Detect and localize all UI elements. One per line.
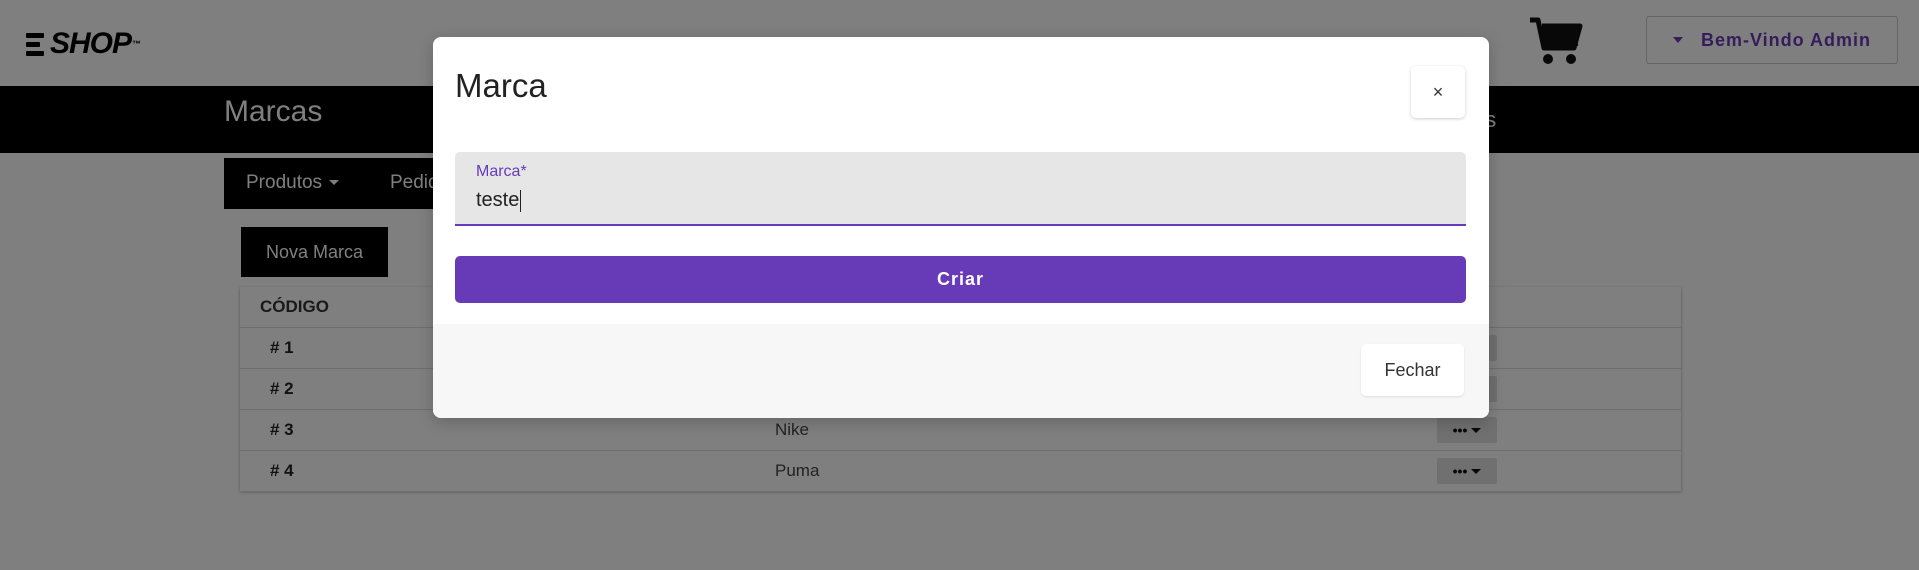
text-cursor (520, 189, 522, 212)
footer-close-button[interactable]: Fechar (1361, 344, 1464, 396)
close-icon: × (1432, 81, 1444, 102)
close-modal-button[interactable]: × (1411, 66, 1465, 118)
create-button[interactable]: Criar (455, 256, 1466, 303)
brand-name-field[interactable]: Marca* teste (455, 152, 1466, 226)
modal-footer: Fechar (433, 324, 1489, 418)
brand-modal: Marca × Marca* teste Criar Fechar (433, 37, 1489, 418)
brand-name-label: Marca* (476, 163, 527, 180)
modal-title: Marca (455, 67, 547, 104)
brand-name-input[interactable]: teste (476, 189, 522, 212)
brand-name-value: teste (476, 189, 520, 211)
